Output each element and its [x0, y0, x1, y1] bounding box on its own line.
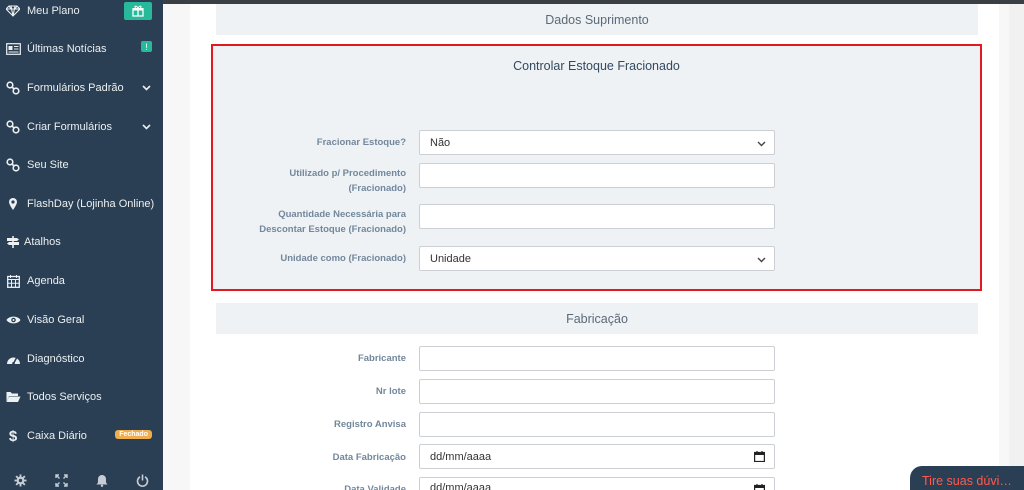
bell-icon[interactable] — [82, 470, 123, 490]
procedimento-label: Utilizado p/ Procedimento (Fracionado) — [289, 168, 406, 194]
data-validade-value: dd/mm/aaaa — [430, 482, 492, 490]
calendar-icon[interactable] — [754, 484, 766, 490]
status-badge: Fechado — [115, 430, 152, 439]
chat-button[interactable]: Tire suas dúvi… — [910, 466, 1024, 490]
calendar-icon[interactable] — [754, 451, 766, 465]
news-badge: ! — [141, 41, 152, 52]
folder-open-icon — [5, 389, 21, 405]
map-marker-icon — [5, 196, 21, 212]
fullscreen-icon[interactable] — [41, 470, 82, 490]
sidebar-item-label: Seu Site — [27, 159, 69, 171]
chevron-down-icon — [757, 254, 766, 266]
sidebar-item-visao-geral[interactable]: Visão Geral — [0, 301, 163, 339]
sidebar-item-label: Todos Serviços — [27, 391, 102, 403]
data-validade-input[interactable]: dd/mm/aaaa — [419, 477, 775, 490]
unidade-label: Unidade como (Fracionado) — [280, 253, 406, 264]
sidebar-item-criar-formularios[interactable]: Criar Formulários — [0, 108, 163, 146]
sidebar-footer — [0, 470, 163, 490]
section-header-fabricacao: Fabricação — [216, 303, 978, 334]
unidade-value: Unidade — [430, 252, 471, 265]
data-validade-label: Data Validade — [344, 484, 406, 490]
sidebar-item-flashday[interactable]: FlashDay (Lojinha Online) — [0, 185, 163, 223]
scrollbar[interactable] — [1009, 4, 1024, 490]
nr-lote-input[interactable] — [419, 379, 775, 404]
sidebar-item-label: Formulários Padrão — [27, 82, 124, 94]
calendar-icon — [5, 273, 21, 289]
sidebar-item-seu-site[interactable]: Seu Site — [0, 146, 163, 184]
registro-anvisa-label: Registro Anvisa — [334, 419, 406, 430]
unidade-select[interactable]: Unidade — [419, 246, 775, 271]
sidebar: Meu Plano Últimas Notícias ! Formulários… — [0, 0, 163, 490]
link-icon — [5, 157, 21, 173]
chevron-down-icon — [142, 121, 151, 133]
settings-icon[interactable] — [0, 470, 41, 490]
sidebar-item-label: Visão Geral — [27, 314, 85, 326]
sidebar-item-agenda[interactable]: Agenda — [0, 262, 163, 300]
sidebar-item-caixa-diario[interactable]: $ Caixa Diário Fechado — [0, 417, 163, 455]
sidebar-item-label: Atalhos — [24, 236, 61, 248]
fabricante-input[interactable] — [419, 346, 775, 371]
sidebar-item-label: Meu Plano — [27, 5, 80, 17]
sidebar-item-label: Diagnóstico — [27, 353, 85, 365]
diamond-icon — [5, 3, 21, 19]
data-fabricacao-value: dd/mm/aaaa — [430, 450, 492, 463]
sidebar-item-label: Caixa Diário — [27, 430, 87, 442]
dollar-icon: $ — [8, 427, 18, 445]
sidebar-item-atalhos[interactable]: Atalhos — [0, 223, 163, 261]
signpost-icon — [5, 234, 21, 250]
chevron-down-icon — [142, 82, 151, 94]
sidebar-item-label: Agenda — [27, 275, 65, 287]
link-icon — [5, 119, 21, 135]
newspaper-icon — [5, 41, 21, 57]
data-fabricacao-input[interactable]: dd/mm/aaaa — [419, 444, 775, 469]
power-icon[interactable] — [122, 470, 163, 490]
quantidade-input[interactable] — [419, 204, 775, 229]
dashboard-icon — [5, 351, 21, 367]
gift-icon — [124, 2, 152, 20]
eye-icon — [5, 312, 21, 328]
section-title-fracionado: Controlar Estoque Fracionado — [513, 59, 680, 73]
sidebar-item-diagnostico[interactable]: Diagnóstico — [0, 340, 163, 378]
sidebar-item-label: FlashDay (Lojinha Online) — [27, 198, 155, 210]
sidebar-item-todos-servicos[interactable]: Todos Serviços — [0, 378, 163, 416]
fracionar-estoque-select[interactable]: Não — [419, 130, 775, 155]
sidebar-item-label: Criar Formulários — [27, 121, 112, 133]
nr-lote-label: Nr lote — [375, 386, 406, 397]
sidebar-item-ultimas-noticias[interactable]: Últimas Notícias — [0, 30, 163, 68]
fracionar-estoque-label: Fracionar Estoque? — [316, 137, 406, 148]
fabricante-label: Fabricante — [357, 353, 406, 364]
chevron-down-icon — [757, 138, 766, 150]
sidebar-item-formularios-padrao[interactable]: Formulários Padrão — [0, 69, 163, 107]
fracionar-estoque-value: Não — [430, 136, 451, 149]
section-header-dados-suprimento: Dados Suprimento — [216, 4, 978, 35]
link-icon — [5, 80, 21, 96]
data-fabricacao-label: Data Fabricação — [332, 452, 406, 463]
procedimento-input[interactable] — [419, 163, 775, 188]
sidebar-item-label: Últimas Notícias — [27, 43, 107, 55]
quantidade-label: Quantidade Necessária para Descontar Est… — [259, 209, 406, 235]
registro-anvisa-input[interactable] — [419, 412, 775, 437]
